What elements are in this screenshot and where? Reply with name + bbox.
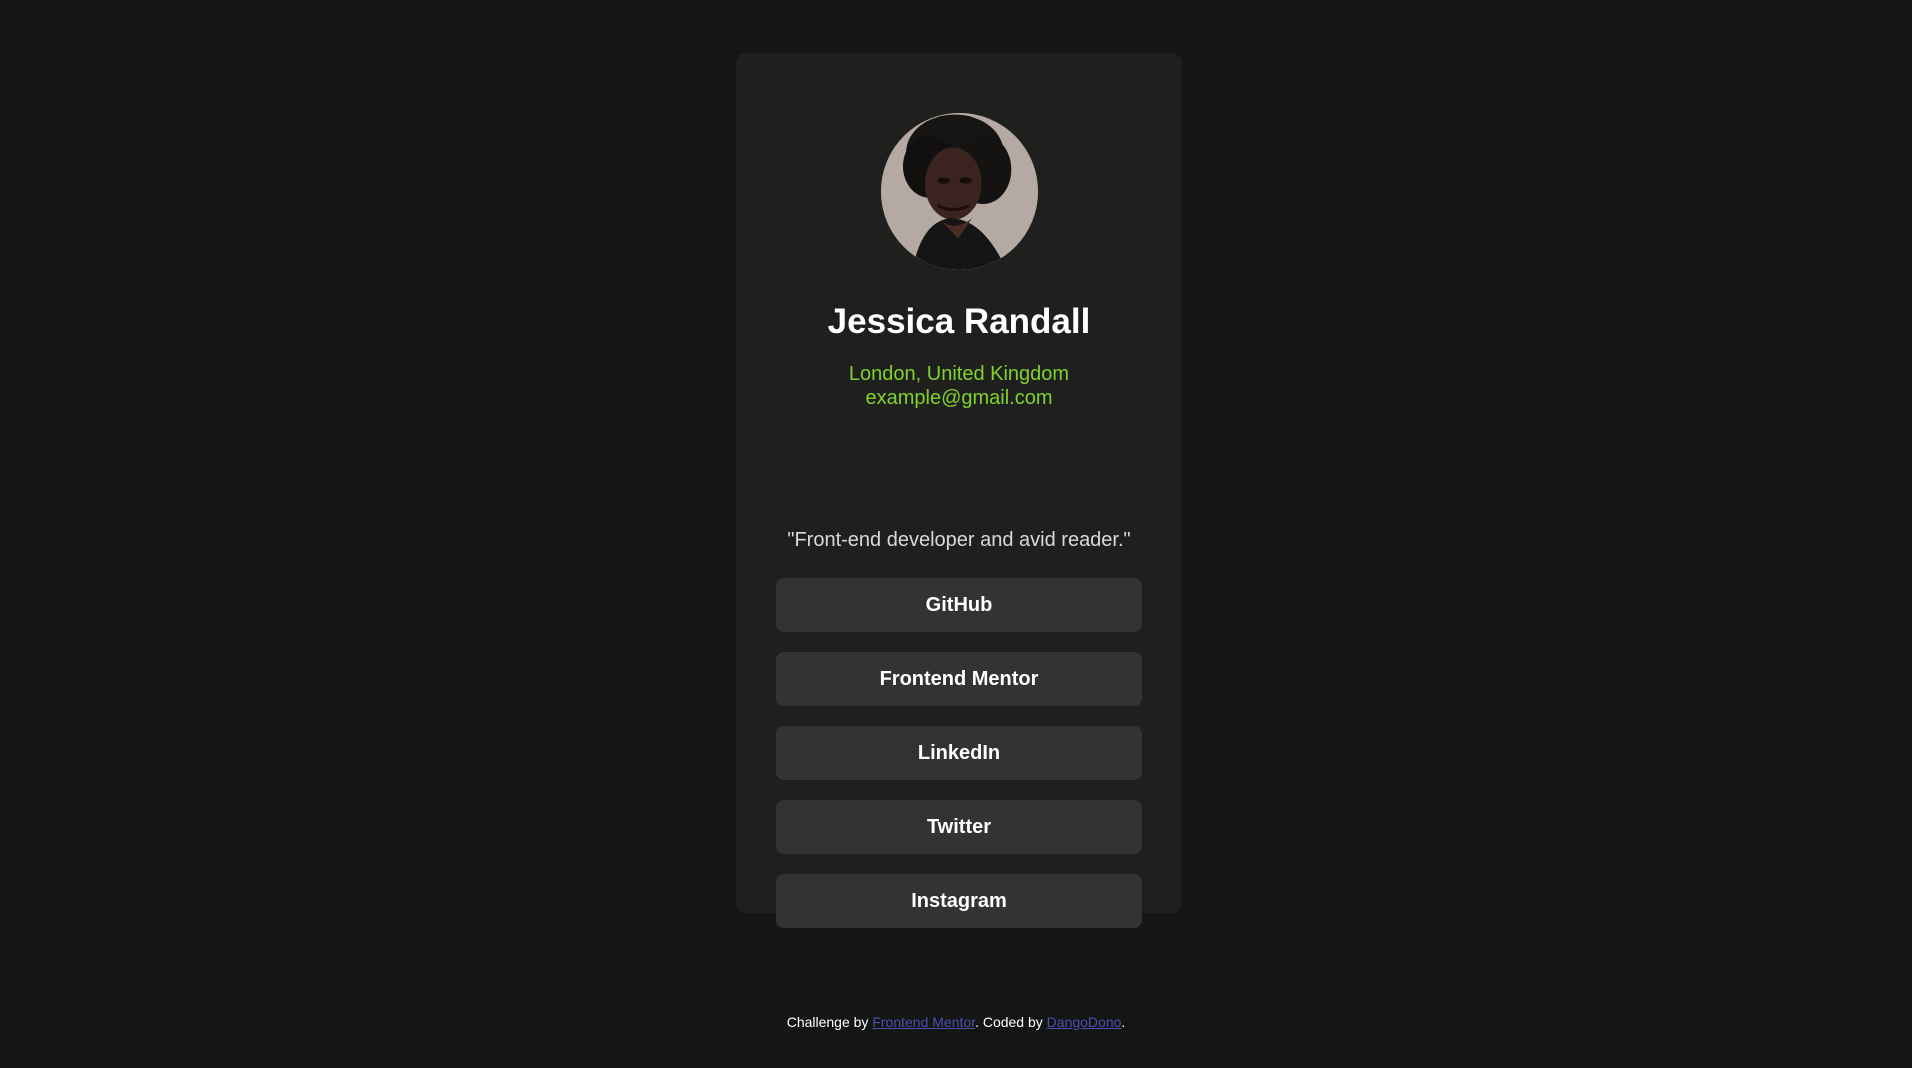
profile-card: Jessica Randall London, United Kingdom e… <box>736 53 1182 928</box>
footer-middle: . Coded by <box>975 1014 1047 1030</box>
social-links: GitHub Frontend Mentor LinkedIn Twitter … <box>776 578 1142 948</box>
instagram-link-button[interactable]: Instagram <box>776 874 1142 928</box>
attribution-footer: Challenge by Frontend Mentor. Coded by D… <box>0 1012 1912 1032</box>
twitter-link-button[interactable]: Twitter <box>776 800 1142 854</box>
profile-location: London, United Kingdom <box>848 363 1070 385</box>
footer-prefix: Challenge by <box>786 1014 873 1030</box>
footer-suffix: . <box>1121 1014 1126 1030</box>
avatar <box>881 113 1038 270</box>
profile-name: Jessica Randall <box>827 302 1091 342</box>
github-link-button[interactable]: GitHub <box>776 578 1142 632</box>
linkedin-link-button[interactable]: LinkedIn <box>776 726 1142 780</box>
profile-email: example@gmail.com <box>865 387 1053 409</box>
profile-bio: "Front-end developer and avid reader." <box>787 529 1131 551</box>
frontend-mentor-link-button[interactable]: Frontend Mentor <box>776 652 1142 706</box>
profile-photo-icon <box>881 113 1038 270</box>
frontend-mentor-footer-link[interactable]: Frontend Mentor <box>872 1014 975 1030</box>
author-footer-link[interactable]: DangoDono <box>1047 1014 1122 1030</box>
